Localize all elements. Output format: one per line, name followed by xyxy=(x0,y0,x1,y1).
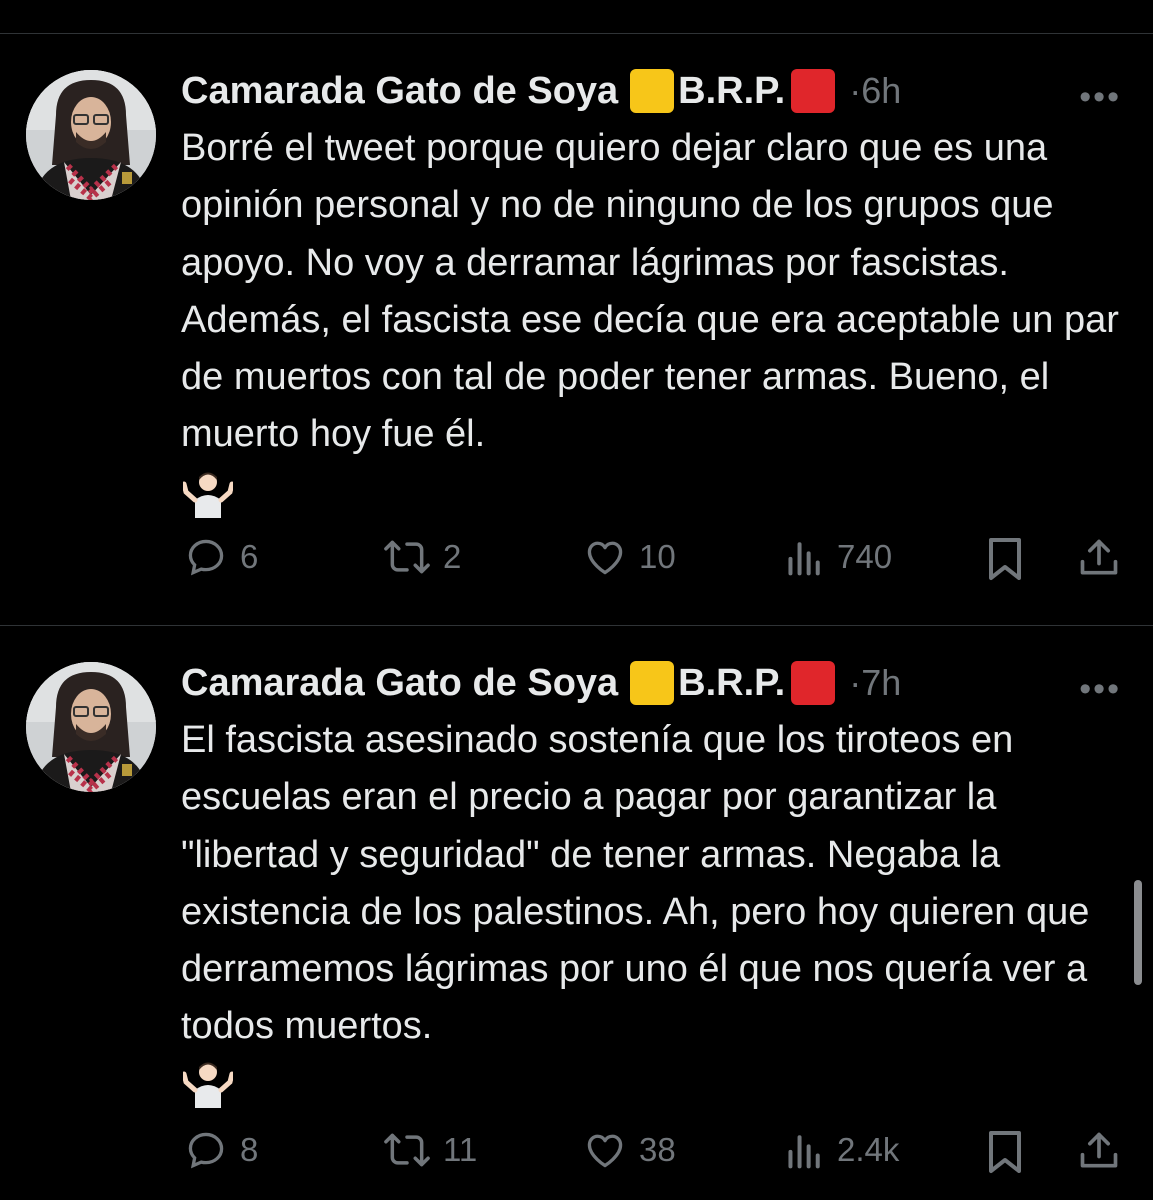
repost-button[interactable]: 2 xyxy=(383,535,461,579)
views-count: 740 xyxy=(837,538,893,575)
like-count: 38 xyxy=(639,1131,676,1168)
share-icon xyxy=(1080,539,1118,575)
avatar[interactable] xyxy=(26,662,156,792)
tweet-actions: 6 2 10 740 xyxy=(0,535,1153,585)
author-name[interactable]: Camarada Gato de Soya xyxy=(181,70,618,113)
bookmark-icon xyxy=(989,538,1021,580)
like-count: 10 xyxy=(639,538,676,575)
tweet-text: El fascista asesinado sostenía que los t… xyxy=(181,719,1090,1048)
repost-count: 2 xyxy=(443,538,462,575)
reply-button[interactable]: 8 xyxy=(184,1128,258,1172)
author-org: B.R.P. xyxy=(678,661,786,704)
views-button[interactable]: 740 xyxy=(785,535,892,579)
like-button[interactable]: 10 xyxy=(583,535,676,579)
more-icon[interactable]: ••• xyxy=(1079,78,1121,117)
repost-icon xyxy=(384,540,430,574)
reply-count: 8 xyxy=(240,1131,259,1168)
repost-count: 11 xyxy=(443,1131,478,1168)
avatar[interactable] xyxy=(26,70,156,200)
reply-count: 6 xyxy=(240,538,259,575)
views-count: 2.4k xyxy=(837,1131,900,1168)
bookmark-icon xyxy=(989,1131,1021,1173)
more-icon[interactable]: ••• xyxy=(1079,670,1121,709)
bookmark-button[interactable] xyxy=(985,1128,1025,1176)
red-square-emoji xyxy=(791,69,836,113)
repost-icon xyxy=(384,1133,430,1167)
tweet-header: Camarada Gato de Soya B.R.P. ·7h xyxy=(181,658,901,708)
shrug-emoji xyxy=(181,470,235,520)
shrug-emoji xyxy=(181,1060,235,1110)
tweet-text: Borré el tweet porque quiero dejar claro… xyxy=(181,127,1119,456)
share-button[interactable] xyxy=(1077,1128,1121,1174)
tweet-time[interactable]: ·7h xyxy=(849,662,901,704)
bookmark-button[interactable] xyxy=(985,535,1025,583)
like-icon xyxy=(587,541,623,575)
views-icon xyxy=(788,542,820,576)
yellow-square-emoji xyxy=(630,69,675,113)
tweet-header: Camarada Gato de Soya B.R.P. ·6h xyxy=(181,66,901,116)
repost-button[interactable]: 11 xyxy=(383,1128,477,1172)
tweet-time[interactable]: ·6h xyxy=(849,70,901,112)
author-name[interactable]: Camarada Gato de Soya xyxy=(181,662,618,705)
red-square-emoji xyxy=(791,661,836,705)
views-icon xyxy=(788,1135,820,1169)
views-button[interactable]: 2.4k xyxy=(785,1128,899,1172)
like-button[interactable]: 38 xyxy=(583,1128,676,1172)
author-org: B.R.P. xyxy=(678,69,786,112)
reply-button[interactable]: 6 xyxy=(184,535,258,579)
top-divider xyxy=(0,33,1153,34)
tweet-actions: 8 11 38 2.4k xyxy=(0,1128,1153,1178)
reply-icon xyxy=(188,539,224,576)
scrollbar[interactable] xyxy=(1134,880,1142,985)
share-icon xyxy=(1080,1132,1118,1168)
yellow-square-emoji xyxy=(630,661,675,705)
like-icon xyxy=(587,1134,623,1168)
tweet-divider xyxy=(0,625,1153,626)
reply-icon xyxy=(188,1132,224,1169)
share-button[interactable] xyxy=(1077,535,1121,581)
